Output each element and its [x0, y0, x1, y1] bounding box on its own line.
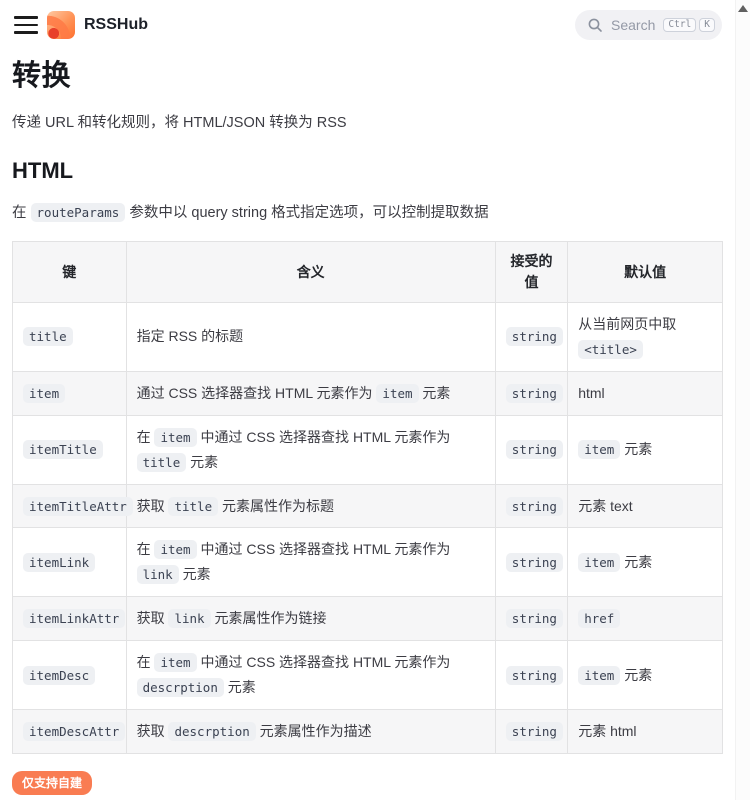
table-cell-default: 从当前网页中取 <title>	[568, 303, 723, 372]
inline-code: item	[154, 653, 196, 672]
kbd-k: K	[699, 18, 715, 33]
params-table-body: title 指定 RSS 的标题 string 从当前网页中取 <title> item…	[13, 303, 723, 754]
scrollbar[interactable]	[735, 0, 750, 800]
doc-content: 转换 传递 URL 和转化规则，将 HTML/JSON 转换为 RSS HTML…	[0, 52, 735, 800]
kbd-ctrl: Ctrl	[663, 18, 696, 33]
table-cell-accepts: string	[495, 597, 567, 641]
table-cell-key: itemTitleAttr	[13, 484, 127, 528]
inline-code: itemLink	[23, 553, 95, 572]
table-cell-default: 元素 html	[568, 709, 723, 753]
inline-code: itemTitle	[23, 440, 103, 459]
table-cell-accepts: string	[495, 484, 567, 528]
table-row: itemLink 在 item 中通过 CSS 选择器查找 HTML 元素作为 l…	[13, 528, 723, 597]
brand-title[interactable]: RSSHub	[84, 16, 148, 34]
inline-code: string	[506, 722, 563, 741]
table-cell-meaning: 获取 title 元素属性作为标题	[126, 484, 495, 528]
table-cell-accepts: string	[495, 641, 567, 710]
inline-code: string	[506, 609, 563, 628]
params-table-head: 键 含义 接受的值 默认值	[13, 242, 723, 303]
params-table: 键 含义 接受的值 默认值 title 指定 RSS 的标题 string 从当前网页…	[12, 241, 723, 754]
inline-code: string	[506, 440, 563, 459]
inline-code: descrption	[168, 722, 255, 741]
inline-code: href	[578, 609, 620, 628]
inline-code: item	[578, 666, 620, 685]
inline-code: itemTitleAttr	[23, 497, 133, 516]
table-row: itemLinkAttr获取 link 元素属性作为链接 string href	[13, 597, 723, 641]
inline-code: item	[376, 384, 418, 403]
table-cell-accepts: string	[495, 303, 567, 372]
inline-code: item	[154, 428, 196, 447]
table-cell-meaning: 在 item 中通过 CSS 选择器查找 HTML 元素作为 link 元素	[126, 528, 495, 597]
table-row: item通过 CSS 选择器查找 HTML 元素作为 item 元素string…	[13, 371, 723, 415]
inline-code: string	[506, 384, 563, 403]
page-lead: 传递 URL 和转化规则，将 HTML/JSON 转换为 RSS	[12, 111, 723, 132]
search-shortcut: Ctrl K	[663, 18, 715, 33]
inline-code: string	[506, 553, 563, 572]
table-cell-default: href	[568, 597, 723, 641]
table-cell-default: 元素 text	[568, 484, 723, 528]
table-row: itemDescAttr获取 descrption 元素属性作为描述 string…	[13, 709, 723, 753]
search-icon	[587, 17, 603, 33]
table-cell-meaning: 在 item 中通过 CSS 选择器查找 HTML 元素作为 title 元素	[126, 415, 495, 484]
inline-code: item	[23, 384, 65, 403]
table-cell-accepts: string	[495, 415, 567, 484]
search-label: Search	[611, 17, 655, 33]
section-intro: 在 routeParams 参数中以 query string 格式指定选项，可…	[12, 201, 723, 222]
inline-code: <title>	[578, 340, 643, 359]
table-cell-key: itemTitle	[13, 415, 127, 484]
table-cell-meaning: 指定 RSS 的标题	[126, 303, 495, 372]
table-cell-key: item	[13, 371, 127, 415]
table-cell-meaning: 通过 CSS 选择器查找 HTML 元素作为 item 元素	[126, 371, 495, 415]
table-row: itemTitleAttr获取 title 元素属性作为标题 string 元素 t…	[13, 484, 723, 528]
table-row: itemTitle 在 item 中通过 CSS 选择器查找 HTML 元素作为 …	[13, 415, 723, 484]
table-cell-key: title	[13, 303, 127, 372]
table-cell-default: html	[568, 371, 723, 415]
scroll-up-arrow-icon[interactable]	[738, 5, 748, 12]
table-row: title 指定 RSS 的标题 string 从当前网页中取 <title>	[13, 303, 723, 372]
inline-code: itemLinkAttr	[23, 609, 125, 628]
col-header-meaning: 含义	[126, 242, 495, 303]
section-heading-html: HTML	[12, 158, 723, 184]
inline-code: item	[578, 440, 620, 459]
col-header-accepts: 接受的值	[495, 242, 567, 303]
table-cell-key: itemLinkAttr	[13, 597, 127, 641]
search-button[interactable]: Search Ctrl K	[575, 10, 722, 40]
inline-code: link	[137, 565, 179, 584]
table-cell-default: item 元素	[568, 528, 723, 597]
inline-code: routeParams	[31, 203, 126, 222]
table-cell-key: itemLink	[13, 528, 127, 597]
inline-code: itemDesc	[23, 666, 95, 685]
inline-code: string	[506, 666, 563, 685]
table-header-row: 键 含义 接受的值 默认值	[13, 242, 723, 303]
inline-code: title	[168, 497, 218, 516]
page: RSSHub Search Ctrl K 转换 传递 URL 和转化规则，将 H…	[0, 0, 750, 800]
table-cell-default: item 元素	[568, 641, 723, 710]
inline-code: item	[154, 540, 196, 559]
table-cell-accepts: string	[495, 371, 567, 415]
page-title: 转换	[12, 52, 723, 94]
self-hosted-badge: 仅支持自建	[12, 771, 92, 795]
table-cell-meaning: 获取 descrption 元素属性作为描述	[126, 709, 495, 753]
table-cell-meaning: 在 item 中通过 CSS 选择器查找 HTML 元素作为 descrptio…	[126, 641, 495, 710]
table-cell-key: itemDesc	[13, 641, 127, 710]
inline-code: title	[137, 453, 187, 472]
inline-code: itemDescAttr	[23, 722, 125, 741]
inline-code: title	[23, 327, 73, 346]
inline-code: item	[578, 553, 620, 572]
table-cell-key: itemDescAttr	[13, 709, 127, 753]
inline-code: string	[506, 327, 563, 346]
table-cell-default: item 元素	[568, 415, 723, 484]
table-cell-accepts: string	[495, 709, 567, 753]
top-nav: RSSHub Search Ctrl K	[0, 0, 735, 50]
inline-code: descrption	[137, 678, 224, 697]
hamburger-menu-icon[interactable]	[14, 16, 38, 34]
col-header-default: 默认值	[568, 242, 723, 303]
table-cell-accepts: string	[495, 528, 567, 597]
table-cell-meaning: 获取 link 元素属性作为链接	[126, 597, 495, 641]
col-header-key: 键	[13, 242, 127, 303]
inline-code: string	[506, 497, 563, 516]
inline-code: link	[168, 609, 210, 628]
table-row: itemDesc 在 item 中通过 CSS 选择器查找 HTML 元素作为 d…	[13, 641, 723, 710]
rsshub-logo-icon[interactable]	[47, 11, 75, 39]
